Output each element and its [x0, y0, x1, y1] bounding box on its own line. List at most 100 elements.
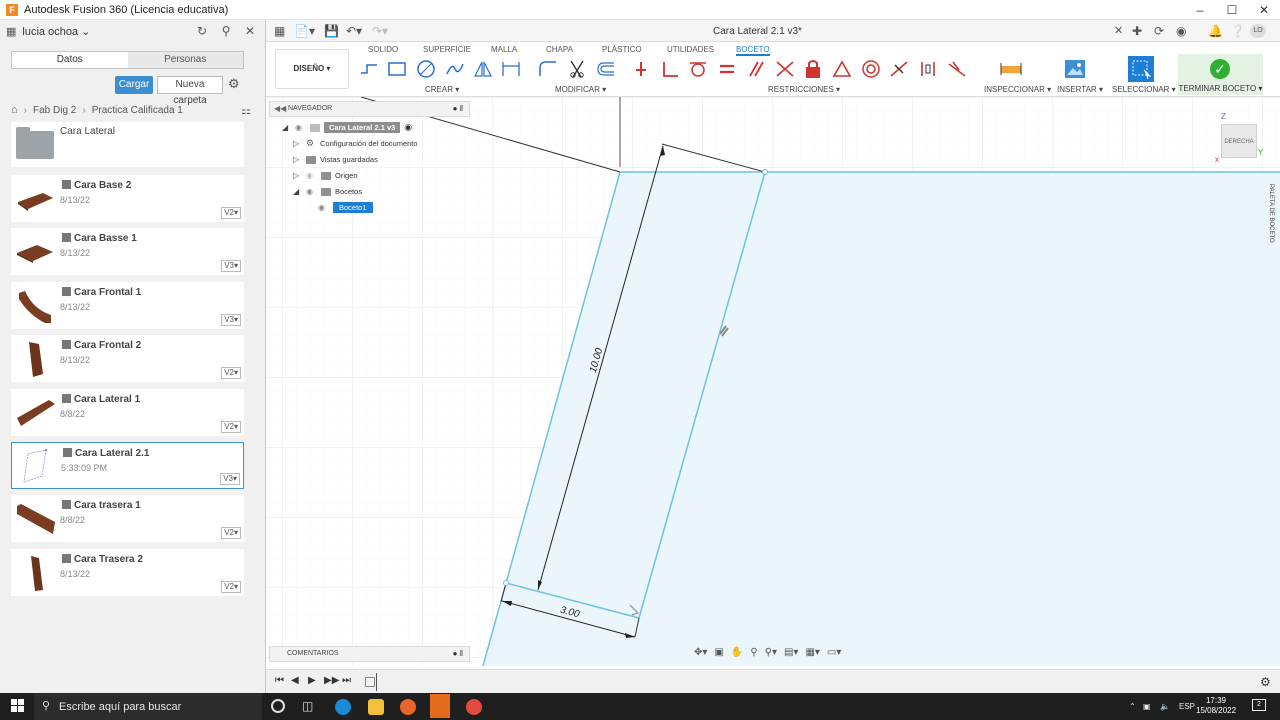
file-explorer-icon[interactable]: [368, 699, 384, 715]
minimize-button[interactable]: –: [1184, 3, 1216, 17]
viewcube[interactable]: DERECHA: [1221, 124, 1257, 158]
browser-header[interactable]: ◀◀ NAVEGADOR ● ‖: [269, 101, 470, 117]
data-panel-toggle-icon[interactable]: ▦: [274, 24, 285, 38]
sketch-point[interactable]: [762, 169, 768, 175]
visibility-eye-icon[interactable]: ◉: [306, 187, 317, 196]
display-settings-icon[interactable]: ▤▾: [784, 647, 798, 661]
visibility-eye-icon[interactable]: ◉: [318, 203, 329, 212]
grid-apps-icon[interactable]: ▦: [6, 25, 16, 38]
parallel-constraint-icon[interactable]: [745, 58, 767, 80]
expand-arrow-icon[interactable]: ▷: [293, 139, 302, 148]
tab-superficie[interactable]: SUPERFICIE: [423, 45, 471, 54]
browser-root-label[interactable]: Cara Lateral 2.1 v3: [324, 122, 401, 133]
version-badge[interactable]: V3▾: [221, 313, 241, 326]
input-language[interactable]: ESP: [1179, 702, 1195, 711]
finish-sketch-button[interactable]: ✓ TERMINAR BOCETO ▾: [1178, 54, 1263, 95]
timeline-settings-gear-icon[interactable]: ⚙: [1260, 675, 1271, 689]
tab-utilidades[interactable]: UTILIDADES: [667, 45, 714, 54]
file-menu-icon[interactable]: 📄▾: [294, 24, 315, 38]
look-at-icon[interactable]: ▣: [714, 647, 723, 661]
visibility-eye-icon[interactable]: ◉: [306, 171, 317, 180]
zoom-icon[interactable]: ⚲: [750, 647, 757, 661]
firefox-icon[interactable]: [400, 699, 416, 715]
redo-icon[interactable]: ↷▾: [372, 24, 388, 38]
gear-icon[interactable]: ⚙: [228, 76, 240, 92]
task-view-icon[interactable]: [271, 699, 285, 713]
collapse-left-icon[interactable]: ◀◀: [274, 104, 286, 113]
dimension-tool-icon[interactable]: [500, 58, 522, 80]
group-seleccionar-label[interactable]: SELECCIONAR ▾: [1112, 85, 1176, 94]
zoom-window-icon[interactable]: ⚲▾: [765, 647, 777, 661]
workspace-dropdown[interactable]: DISEÑO ▾: [275, 49, 349, 89]
coincident-constraint-icon[interactable]: [630, 58, 652, 80]
file-item[interactable]: Cara Trasera 2 8/13/22 V2▾: [11, 548, 244, 596]
fix-constraint-icon[interactable]: [802, 58, 824, 80]
refresh-icon[interactable]: ↻: [193, 24, 211, 38]
extensions-icon[interactable]: ⟳: [1154, 24, 1164, 38]
midpoint-constraint-icon[interactable]: [888, 58, 910, 80]
viewport-canvas[interactable]: 10.00 3.00: [266, 97, 1280, 666]
file-item[interactable]: Cara Basse 1 8/13/22 V3▾: [11, 228, 244, 276]
notification-center-icon[interactable]: 2: [1252, 699, 1266, 711]
file-item[interactable]: Cara trasera 1 8/8/22 V2▾: [11, 495, 244, 543]
fillet-tool-icon[interactable]: [537, 58, 559, 80]
browser-options-icon[interactable]: ● ‖: [453, 104, 463, 113]
visibility-eye-icon[interactable]: ◉: [295, 123, 306, 132]
offset-tool-icon[interactable]: [595, 58, 617, 80]
collapse-arrow-icon[interactable]: ◢: [293, 187, 302, 196]
fusion360-taskbar-icon[interactable]: [430, 694, 450, 718]
taskbar-search[interactable]: ⚲ Escribe aquí para buscar: [34, 693, 262, 720]
close-window-button[interactable]: ✕: [1248, 3, 1280, 17]
home-icon[interactable]: ⌂: [11, 104, 18, 116]
tab-plastico[interactable]: PLÁSTICO: [602, 45, 642, 54]
save-icon[interactable]: 💾: [324, 24, 339, 38]
select-tool-icon[interactable]: [1128, 56, 1154, 82]
version-badge[interactable]: V2▾: [221, 527, 241, 540]
file-item[interactable]: Cara Base 2 8/13/22 V2▾: [11, 175, 244, 222]
sketch-palette-collapsed[interactable]: PALETA DE BOCETO: [1264, 184, 1274, 274]
job-status-icon[interactable]: ◉: [1176, 24, 1186, 38]
rectangle-tool-icon[interactable]: [386, 58, 408, 80]
group-restricciones-label[interactable]: RESTRICCIONES ▾: [768, 85, 840, 94]
go-to-start-icon[interactable]: ⏮: [275, 675, 284, 686]
help-icon[interactable]: ❔: [1230, 24, 1245, 38]
sketch-point[interactable]: [503, 580, 509, 586]
orbit-icon[interactable]: ✥▾: [694, 647, 707, 661]
edge-browser-icon[interactable]: [335, 699, 351, 715]
user-dropdown[interactable]: lucia ochoa ⌄: [22, 25, 187, 38]
new-folder-button[interactable]: Nueva carpeta: [157, 76, 223, 106]
concentric-constraint-icon[interactable]: [860, 58, 882, 80]
tab-boceto[interactable]: BOCETO: [736, 45, 770, 56]
file-item-selected[interactable]: Cara Lateral 2.1 5:33:09 PM V3▾: [11, 441, 244, 489]
file-item[interactable]: Cara Frontal 1 8/13/22 V3▾: [11, 281, 244, 329]
windows-start-icon[interactable]: [11, 699, 25, 713]
trim-tool-icon[interactable]: [566, 58, 588, 80]
sketch-feature-icon[interactable]: [365, 677, 375, 687]
collapse-arrow-icon[interactable]: ◢: [282, 123, 291, 132]
browser-sketch-row[interactable]: ◉ Boceto1: [318, 201, 373, 214]
user-avatar-icon[interactable]: LO: [1250, 24, 1266, 38]
document-tab-title[interactable]: Cara Lateral 2.1 v3*: [713, 26, 802, 37]
viewports-icon[interactable]: ▭▾: [827, 647, 841, 661]
browser-root-row[interactable]: ◢ ◉ Cara Lateral 2.1 v3 ◉: [282, 121, 412, 134]
close-panel-icon[interactable]: ✕: [241, 24, 259, 38]
circle-tool-icon[interactable]: [415, 58, 437, 80]
breadcrumb-project[interactable]: Fab Dig 2: [33, 105, 76, 116]
browser-sketch-label[interactable]: Boceto1: [333, 202, 373, 213]
activate-component-icon[interactable]: ◉: [404, 122, 412, 133]
version-badge[interactable]: V3▾: [221, 260, 241, 273]
volume-icon[interactable]: 🔈: [1160, 702, 1170, 711]
measure-tool-icon[interactable]: [1000, 58, 1022, 80]
version-badge[interactable]: V3▾: [220, 472, 240, 485]
expand-arrow-icon[interactable]: ▷: [293, 171, 302, 180]
sketch-viewport[interactable]: [266, 97, 1280, 666]
notifications-icon[interactable]: 🔔: [1208, 24, 1223, 38]
group-inspeccionar-label[interactable]: INSPECCIONAR ▾: [984, 85, 1051, 94]
tab-solido[interactable]: SOLIDO: [368, 45, 398, 54]
expand-arrow-icon[interactable]: ▷: [293, 155, 302, 164]
tab-malla[interactable]: MALLA: [491, 45, 517, 54]
step-back-icon[interactable]: ◀: [291, 675, 299, 686]
browser-item[interactable]: ◢ ◉ Bocetos: [293, 185, 362, 198]
timeline-marker[interactable]: [376, 673, 377, 691]
grid-settings-icon[interactable]: ▦▾: [805, 647, 819, 661]
